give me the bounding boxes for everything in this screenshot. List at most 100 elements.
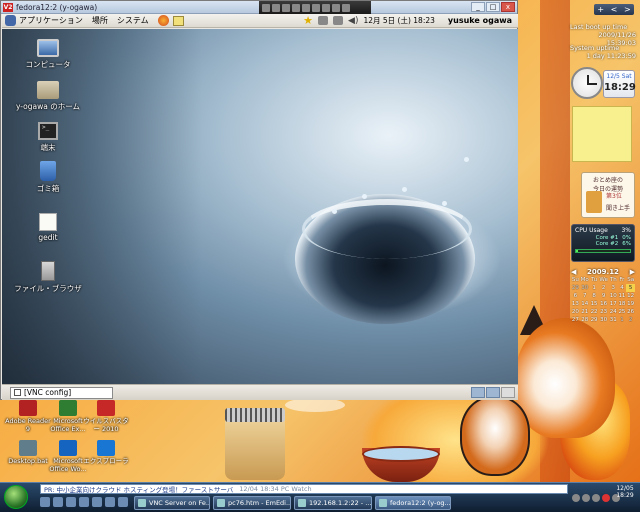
calendar-day[interactable]: 22: [590, 308, 599, 316]
panel-clock[interactable]: 12月 5日 (土) 18:23: [363, 15, 434, 26]
quick-launch-icon[interactable]: [40, 497, 50, 507]
tray-alert-icon[interactable]: [602, 494, 610, 502]
calendar-day[interactable]: 29: [590, 316, 599, 324]
workspace-1[interactable]: [471, 387, 485, 398]
vnc-toolbar-icon[interactable]: [282, 3, 290, 12]
quick-launch-icon[interactable]: [53, 497, 63, 507]
tray-icon[interactable]: [582, 494, 590, 502]
vnc-toolbar-icon[interactable]: [322, 3, 330, 12]
taskbar-button-fedora-vnc[interactable]: fedora12:2 (y-og...: [375, 496, 451, 510]
analog-clock-gadget[interactable]: [571, 67, 603, 99]
horoscope-gadget[interactable]: おとめ座の 今日の運勢 第3位 聞き上手: [581, 172, 635, 218]
calendar-day[interactable]: 10: [609, 292, 618, 300]
vnc-toolbar-icon[interactable]: [292, 3, 300, 12]
desktop-icon-trash[interactable]: ゴミ箱: [8, 161, 88, 194]
menu-system[interactable]: システム: [117, 15, 149, 26]
desktop-icon-home[interactable]: y-ogawa のホーム: [8, 81, 88, 112]
workspace-2[interactable]: [486, 387, 500, 398]
calendar-day[interactable]: 26: [626, 308, 635, 316]
calendar-day[interactable]: 7: [580, 292, 590, 300]
calendar-day[interactable]: 2: [626, 316, 635, 324]
taskbar-button-ssh[interactable]: 192.168.1.2:22 - ...: [294, 496, 372, 510]
calendar-next-icon[interactable]: ▶: [630, 268, 635, 276]
minimize-button[interactable]: _: [471, 2, 485, 12]
calendar-day[interactable]: 15: [590, 300, 599, 308]
calendar-day[interactable]: 19: [626, 300, 635, 308]
calendar-day[interactable]: 12: [626, 292, 635, 300]
panel-user[interactable]: yusuke ogawa: [448, 16, 512, 25]
calendar-day[interactable]: 28: [580, 316, 590, 324]
close-button[interactable]: x: [501, 2, 515, 12]
vnc-toolbar-icon[interactable]: [302, 3, 310, 12]
calendar-day[interactable]: 2: [598, 284, 609, 292]
sticky-note-gadget[interactable]: [572, 106, 632, 162]
vnc-toolbar[interactable]: [259, 1, 371, 14]
volume-icon[interactable]: ◀): [348, 16, 358, 26]
desktop-icon-terminal[interactable]: >_ 端末: [8, 122, 88, 153]
calendar-day[interactable]: 31: [609, 316, 618, 324]
taskbar-button-emeditor[interactable]: pc76.htm - EmEdi...: [213, 496, 291, 510]
vnc-app-icon[interactable]: V2: [3, 2, 13, 12]
quick-launch-icon[interactable]: [92, 497, 102, 507]
guest-task-button[interactable]: [VNC config]: [10, 386, 113, 399]
calendar-day[interactable]: 29: [571, 284, 580, 292]
calendar-day[interactable]: 27: [571, 316, 580, 324]
desktop-icon-gedit[interactable]: gedit: [8, 213, 88, 242]
calendar-day[interactable]: 16: [598, 300, 609, 308]
news-ticker[interactable]: PR: 中小企業向けクラウド ホスティング登場！ファーストサーバ 12/04 1…: [40, 484, 568, 494]
vnc-toolbar-icon[interactable]: [312, 3, 320, 12]
star-icon[interactable]: ★: [303, 14, 313, 27]
network-icon[interactable]: [318, 16, 329, 25]
calendar-day[interactable]: 30: [598, 316, 609, 324]
sidebar-add-button[interactable]: +: [597, 5, 604, 14]
calendar-day[interactable]: 6: [571, 292, 580, 300]
gnome-foot-icon[interactable]: [5, 15, 16, 26]
vnc-toolbar-icon[interactable]: [272, 3, 280, 12]
calendar-day[interactable]: 24: [609, 308, 618, 316]
calendar-day[interactable]: 13: [571, 300, 580, 308]
desktop-icon-file-browser[interactable]: ファイル・ブラウザ: [8, 261, 88, 294]
calendar-day[interactable]: 3: [609, 284, 618, 292]
host-desktop-icon[interactable]: エクスプローラ: [82, 440, 130, 465]
vnc-toolbar-icon[interactable]: [332, 3, 340, 12]
sidebar-next-button[interactable]: >: [624, 5, 631, 14]
vnc-window[interactable]: V2 fedora12:2 (y-ogawa) _ □ x アプリケーション 場…: [0, 0, 518, 400]
calendar-day[interactable]: 5: [626, 284, 635, 292]
calendar-day[interactable]: 25: [618, 308, 627, 316]
calendar-day[interactable]: 20: [571, 308, 580, 316]
cpu-usage-gadget[interactable]: CPU Usage 3% Core #1 0% Core #2 6%: [571, 224, 635, 262]
host-desktop-icon[interactable]: ウイルスバスター 2010: [82, 400, 130, 433]
calendar-day[interactable]: 1: [590, 284, 599, 292]
calendar-day[interactable]: 1: [618, 316, 627, 324]
quick-launch-icon[interactable]: [105, 497, 115, 507]
maximize-button[interactable]: □: [486, 2, 500, 12]
digital-clock-gadget[interactable]: 12/5 Sat 18:29: [603, 70, 636, 98]
menu-applications[interactable]: アプリケーション: [19, 15, 83, 26]
power-icon[interactable]: [333, 16, 344, 25]
desktop-icon-computer[interactable]: コンピュータ: [8, 39, 88, 70]
quick-launch-icon[interactable]: [118, 497, 128, 507]
calendar-day[interactable]: 17: [609, 300, 618, 308]
firefox-launcher-icon[interactable]: [157, 15, 169, 26]
calendar-day[interactable]: 18: [618, 300, 627, 308]
calendar-day[interactable]: 30: [580, 284, 590, 292]
quick-launch-icon[interactable]: [79, 497, 89, 507]
calendar-day[interactable]: 9: [598, 292, 609, 300]
taskbar-clock[interactable]: 12/05 18:29: [611, 485, 639, 499]
calendar-day[interactable]: 8: [590, 292, 599, 300]
taskbar-button-vnc-server[interactable]: VNC Server on Fe...: [134, 496, 210, 510]
guest-desktop[interactable]: コンピュータ y-ogawa のホーム >_ 端末 ゴミ箱 gedit ファイル…: [2, 29, 518, 384]
vnc-toolbar-icon[interactable]: [262, 3, 270, 12]
calendar-day[interactable]: 14: [580, 300, 590, 308]
quick-launch-icon[interactable]: [66, 497, 76, 507]
tray-icon[interactable]: [592, 494, 600, 502]
start-button[interactable]: [4, 485, 28, 509]
calendar-day[interactable]: 23: [598, 308, 609, 316]
workspace-3[interactable]: [501, 387, 515, 398]
vnc-toolbar-icon[interactable]: [342, 3, 350, 12]
sidebar-prev-button[interactable]: <: [611, 5, 618, 14]
calendar-gadget[interactable]: ◀ 2009.12 ▶ Su Mo Tu We Th Fr Sa 29 30 1 2 3 4 5 6 7 8 9…: [571, 268, 635, 324]
calendar-day[interactable]: 21: [580, 308, 590, 316]
calendar-day[interactable]: 4: [618, 284, 627, 292]
calendar-prev-icon[interactable]: ◀: [571, 268, 576, 276]
